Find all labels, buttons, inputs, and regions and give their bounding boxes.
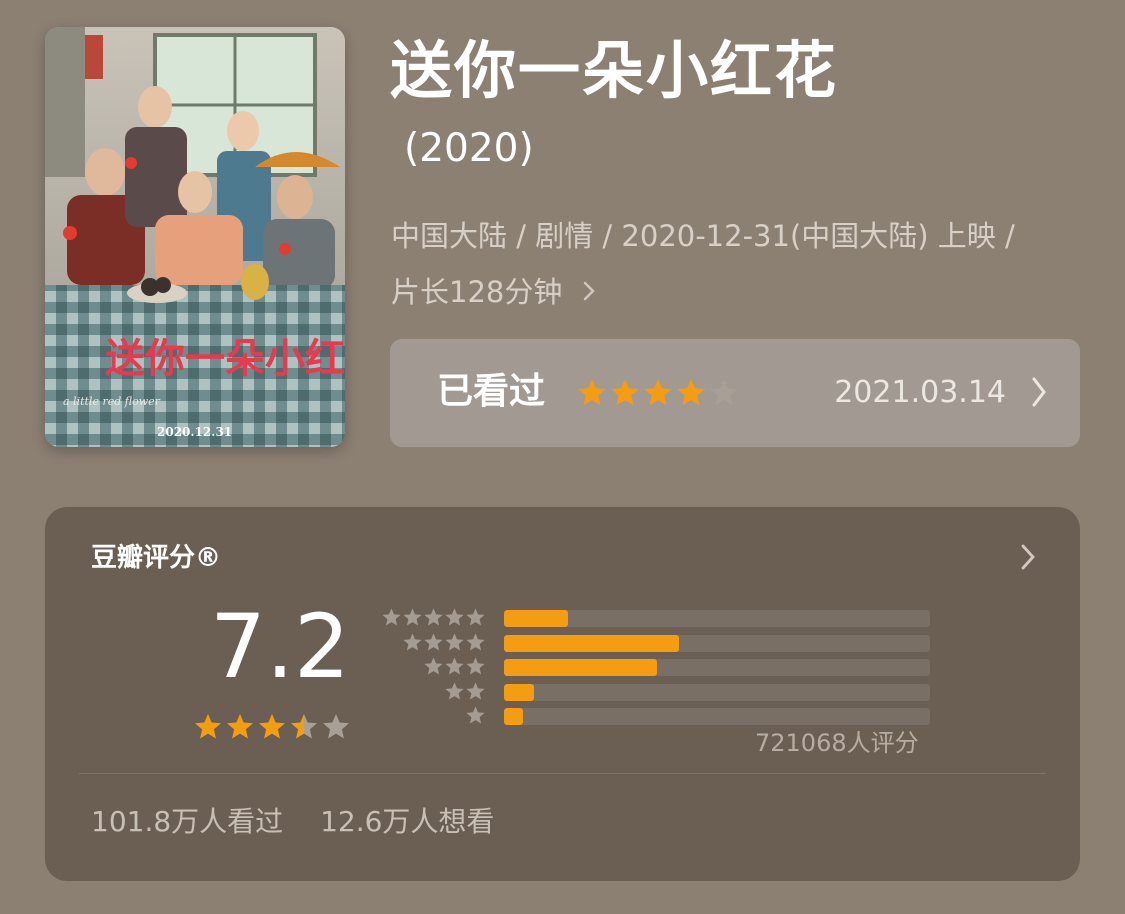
distribution-stars bbox=[381, 607, 486, 628]
douban-rating-card[interactable]: 豆瓣评分® 7.2 721068人评分 101.8万人看过 12.6万人想看 bbox=[45, 507, 1080, 881]
star-icon bbox=[403, 632, 422, 651]
star-icon bbox=[466, 608, 485, 626]
distribution-stars bbox=[465, 705, 486, 726]
chevron-right-icon bbox=[1030, 375, 1048, 413]
movie-title: 送你一朵小红花 bbox=[390, 34, 839, 107]
star-icon bbox=[259, 713, 285, 739]
distribution-bar-track bbox=[504, 659, 930, 676]
rating-score: 7.2 bbox=[210, 595, 350, 698]
distribution-row-5 bbox=[382, 607, 930, 631]
distribution-row-4 bbox=[385, 632, 930, 656]
star-icon bbox=[323, 713, 349, 739]
star-icon bbox=[466, 632, 485, 651]
star-icon bbox=[445, 681, 464, 700]
poster-title-art: 送你一朵小红花 bbox=[105, 336, 345, 382]
poster-subtitle-art: a little red flower bbox=[63, 395, 161, 408]
my-rating-stars bbox=[576, 377, 740, 409]
distribution-bar-fill bbox=[504, 708, 524, 725]
distribution-bar-fill bbox=[504, 659, 658, 676]
star-icon bbox=[644, 379, 672, 406]
star-icon bbox=[677, 379, 705, 406]
distribution-bar-fill bbox=[504, 683, 534, 701]
star-icon bbox=[424, 632, 443, 651]
star-icon bbox=[578, 379, 606, 406]
star-icon bbox=[445, 632, 464, 651]
star-icon bbox=[424, 608, 443, 626]
star-icon bbox=[710, 379, 738, 406]
distribution-row-2 bbox=[385, 681, 930, 705]
rating-score-stars bbox=[193, 712, 351, 742]
star-icon bbox=[445, 608, 464, 626]
distribution-bar-track bbox=[504, 634, 930, 652]
distribution-bar-track bbox=[504, 610, 930, 627]
distribution-stars bbox=[423, 656, 486, 677]
distribution-stars bbox=[402, 632, 486, 653]
star-icon bbox=[466, 706, 485, 724]
distribution-row-3 bbox=[385, 656, 930, 680]
star-icon bbox=[466, 657, 485, 675]
audience-stats: 101.8万人看过 12.6万人想看 bbox=[91, 802, 494, 842]
star-icon bbox=[611, 379, 639, 406]
distribution-bar-track bbox=[504, 683, 930, 701]
distribution-row-1 bbox=[385, 705, 930, 729]
star-icon bbox=[382, 608, 401, 626]
star-icon bbox=[291, 713, 317, 739]
star-icon bbox=[403, 608, 422, 626]
watched-count: 101.8万人看过 bbox=[91, 805, 284, 838]
meta-line-2: 片长128分钟 bbox=[391, 264, 1081, 320]
star-icon bbox=[227, 713, 253, 739]
chevron-right-icon bbox=[1020, 543, 1036, 575]
want-count: 12.6万人想看 bbox=[320, 805, 495, 838]
chevron-right-icon bbox=[582, 264, 596, 320]
poster-release-date: 2020.12.31 bbox=[157, 425, 232, 439]
meta-line-1: 中国大陆 / 剧情 / 2020-12-31(中国大陆) 上映 / bbox=[391, 219, 1015, 253]
watched-label: 已看过 bbox=[437, 371, 546, 412]
distribution-bar-fill bbox=[504, 610, 568, 627]
meta-duration: 片长128分钟 bbox=[391, 275, 563, 309]
movie-year: (2020) bbox=[404, 126, 534, 171]
rating-count: 721068人评分 bbox=[755, 729, 919, 757]
star-icon bbox=[424, 657, 443, 675]
watched-date: 2021.03.14 bbox=[834, 375, 1006, 410]
divider bbox=[79, 773, 1046, 774]
star-icon bbox=[195, 713, 221, 739]
star-icon bbox=[445, 657, 464, 675]
distribution-bar-fill bbox=[504, 634, 679, 652]
distribution-bar-track bbox=[504, 708, 930, 725]
rating-title: 豆瓣评分® bbox=[91, 543, 222, 573]
watched-status-card[interactable]: 已看过 2021.03.14 bbox=[390, 339, 1080, 447]
movie-poster[interactable]: 送你一朵小红花 a little red flower 2020.12.31 bbox=[45, 27, 345, 447]
star-icon bbox=[466, 681, 485, 700]
distribution-stars bbox=[444, 681, 486, 702]
movie-meta[interactable]: 中国大陆 / 剧情 / 2020-12-31(中国大陆) 上映 / 片长128分… bbox=[391, 208, 1081, 320]
